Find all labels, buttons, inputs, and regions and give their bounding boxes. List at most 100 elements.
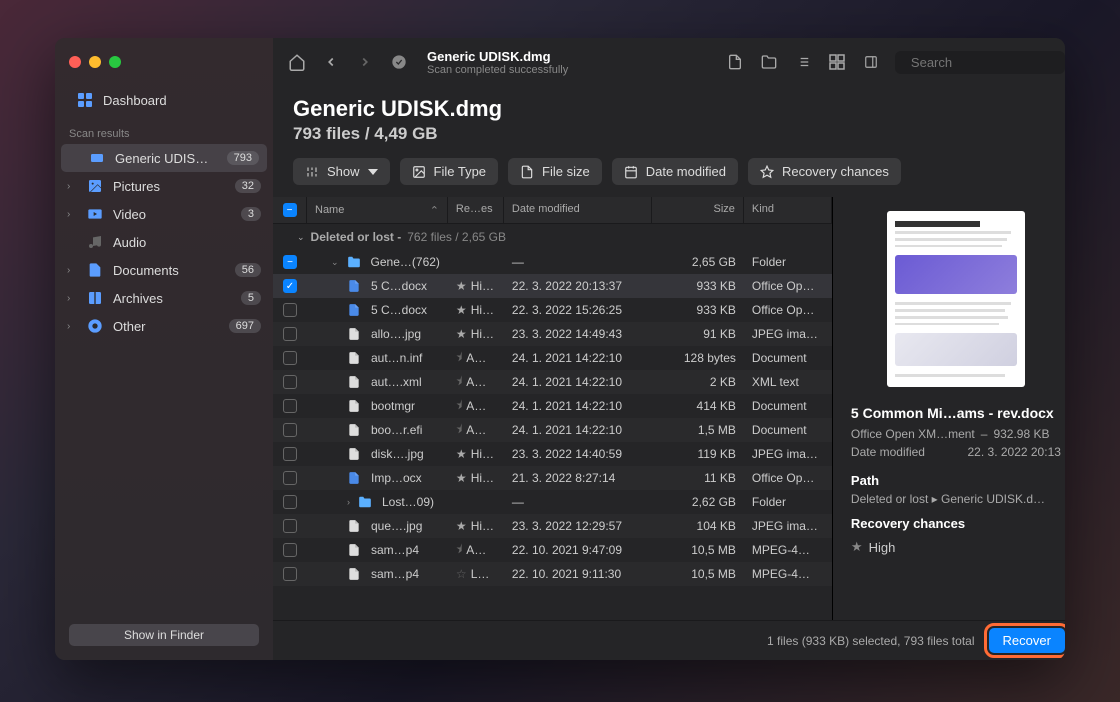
half-star-icon: ⯨ (456, 348, 462, 369)
table-row[interactable]: sam…p4☆L…22. 10. 2021 9:11:3010,5 MBMPEG… (273, 562, 832, 586)
sidebar-item-pictures[interactable]: ›Pictures32 (55, 172, 273, 200)
row-checkbox[interactable] (283, 495, 297, 509)
file-size: 128 bytes (652, 351, 744, 365)
row-checkbox[interactable] (283, 375, 297, 389)
star-icon: ★ (456, 471, 467, 485)
row-checkbox[interactable]: − (283, 255, 297, 269)
sidebar-item-genericudiskd[interactable]: Generic UDISK.d...793 (61, 144, 267, 172)
row-checkbox[interactable] (283, 351, 297, 365)
recovery-text: A… (466, 375, 486, 389)
file-date: 24. 1. 2021 14:22:10 (504, 423, 652, 437)
table-row[interactable]: bootmgr⯨A…24. 1. 2021 14:22:10414 KBDocu… (273, 394, 832, 418)
show-filter[interactable]: Show (293, 158, 390, 185)
nav-dashboard[interactable]: Dashboard (55, 86, 273, 114)
table-row[interactable]: allo….jpg★Hi…23. 3. 2022 14:49:4391 KBJP… (273, 322, 832, 346)
row-checkbox[interactable] (283, 399, 297, 413)
header-date[interactable]: Date modified (504, 197, 652, 223)
panel-button[interactable] (861, 55, 881, 69)
sidebar: Dashboard Scan results Generic UDISK.d..… (55, 38, 273, 660)
details-panel: 5 Common Mi…ams - rev.docx Office Open X… (833, 197, 1065, 620)
table-row[interactable]: sam…p4⯨A…22. 10. 2021 9:47:0910,5 MBMPEG… (273, 538, 832, 562)
count-badge: 697 (229, 319, 261, 333)
file-date: 22. 10. 2021 9:11:30 (504, 567, 652, 581)
table-row[interactable]: disk….jpg★Hi…23. 3. 2022 14:40:59119 KBJ… (273, 442, 832, 466)
table-row[interactable]: que….jpg★Hi…23. 3. 2022 12:29:57104 KBJP… (273, 514, 832, 538)
row-checkbox[interactable] (283, 543, 297, 557)
forward-button[interactable] (355, 55, 375, 69)
row-checkbox[interactable] (283, 423, 297, 437)
back-button[interactable] (321, 55, 341, 69)
sidebar-item-video[interactable]: ›Video3 (55, 200, 273, 228)
sidebar-item-label: Pictures (113, 179, 225, 194)
table-row[interactable]: ✓5 C…docx★Hi…22. 3. 2022 20:13:37933 KBO… (273, 274, 832, 298)
row-checkbox[interactable] (283, 303, 297, 317)
filesize-filter[interactable]: File size (508, 158, 602, 185)
file-table: − Name ⌃ Re…es Date modified Size Kind ⌄… (273, 197, 833, 620)
select-all-checkbox[interactable]: − (283, 203, 297, 217)
footer: 1 files (933 KB) selected, 793 files tot… (273, 620, 1065, 660)
file-size: 119 KB (652, 447, 744, 461)
sidebar-item-other[interactable]: ›Other697 (55, 312, 273, 340)
table-row[interactable]: aut…n.inf⯨A…24. 1. 2021 14:22:10128 byte… (273, 346, 832, 370)
file-name: aut….xml (371, 375, 422, 389)
row-checkbox[interactable] (283, 327, 297, 341)
close-window-button[interactable] (69, 56, 81, 68)
home-button[interactable] (287, 53, 307, 71)
row-checkbox[interactable]: ✓ (283, 279, 297, 293)
grid-view-button[interactable] (827, 54, 847, 70)
file-name: 5 C…docx (371, 303, 427, 317)
list-view-button[interactable] (793, 55, 813, 69)
sidebar-item-documents[interactable]: ›Documents56 (55, 256, 273, 284)
recovery-text: A… (466, 399, 486, 413)
header-kind[interactable]: Kind (744, 197, 832, 223)
recover-button[interactable]: Recover (989, 628, 1065, 653)
table-body[interactable]: ⌄ Deleted or lost - 762 files / 2,65 GB … (273, 224, 832, 620)
sidebar-item-archives[interactable]: ›Archives5 (55, 284, 273, 312)
table-row[interactable]: 5 C…docx★Hi…22. 3. 2022 15:26:25933 KBOf… (273, 298, 832, 322)
chevron-right-icon: › (67, 321, 77, 332)
content-split: − Name ⌃ Re…es Date modified Size Kind ⌄… (273, 197, 1065, 620)
file-icon (347, 567, 361, 581)
recovery-text: Hi… (471, 303, 494, 317)
empty-star-icon: ☆ (456, 567, 467, 581)
row-checkbox[interactable] (283, 519, 297, 533)
header-check[interactable]: − (273, 197, 307, 223)
show-in-finder-button[interactable]: Show in Finder (69, 624, 259, 646)
zoom-window-button[interactable] (109, 56, 121, 68)
table-row[interactable]: Imp…ocx★Hi…21. 3. 2022 8:27:1411 KBOffic… (273, 466, 832, 490)
count-badge: 32 (235, 179, 261, 193)
file-size: 2 KB (652, 375, 744, 389)
docx-icon (347, 471, 361, 485)
table-row[interactable]: −⌄Gene…(762)—2,65 GBFolder (273, 250, 832, 274)
file-kind: MPEG-4… (744, 567, 832, 581)
file-icon (347, 375, 361, 389)
file-date: 21. 3. 2022 8:27:14 (504, 471, 652, 485)
table-row[interactable]: aut….xml⯨A…24. 1. 2021 14:22:102 KBXML t… (273, 370, 832, 394)
file-date: — (504, 495, 652, 509)
star-icon: ★ (456, 279, 467, 293)
header-recovery[interactable]: Re…es (448, 197, 504, 223)
file-icon (520, 165, 534, 179)
date-filter[interactable]: Date modified (612, 158, 738, 185)
new-file-button[interactable] (725, 53, 745, 71)
header-size[interactable]: Size (652, 197, 744, 223)
file-size: 11 KB (652, 471, 744, 485)
row-checkbox[interactable] (283, 447, 297, 461)
file-size: 10,5 MB (652, 543, 744, 557)
file-kind: Office Op… (744, 279, 832, 293)
header-name[interactable]: Name ⌃ (307, 197, 448, 223)
table-row[interactable]: ›Lost…09)—2,62 GBFolder (273, 490, 832, 514)
main-area: Generic UDISK.dmg Scan completed success… (273, 38, 1065, 660)
group-header[interactable]: ⌄ Deleted or lost - 762 files / 2,65 GB (273, 224, 832, 250)
filetype-filter[interactable]: File Type (400, 158, 499, 185)
sidebar-item-audio[interactable]: Audio (55, 228, 273, 256)
row-checkbox[interactable] (283, 471, 297, 485)
folder-button[interactable] (759, 54, 779, 70)
recovery-filter[interactable]: Recovery chances (748, 158, 901, 185)
file-date: 22. 10. 2021 9:47:09 (504, 543, 652, 557)
search-field[interactable] (895, 51, 1065, 74)
table-row[interactable]: boo…r.efi⯨A…24. 1. 2021 14:22:101,5 MBDo… (273, 418, 832, 442)
search-input[interactable] (911, 55, 1065, 70)
row-checkbox[interactable] (283, 567, 297, 581)
minimize-window-button[interactable] (89, 56, 101, 68)
